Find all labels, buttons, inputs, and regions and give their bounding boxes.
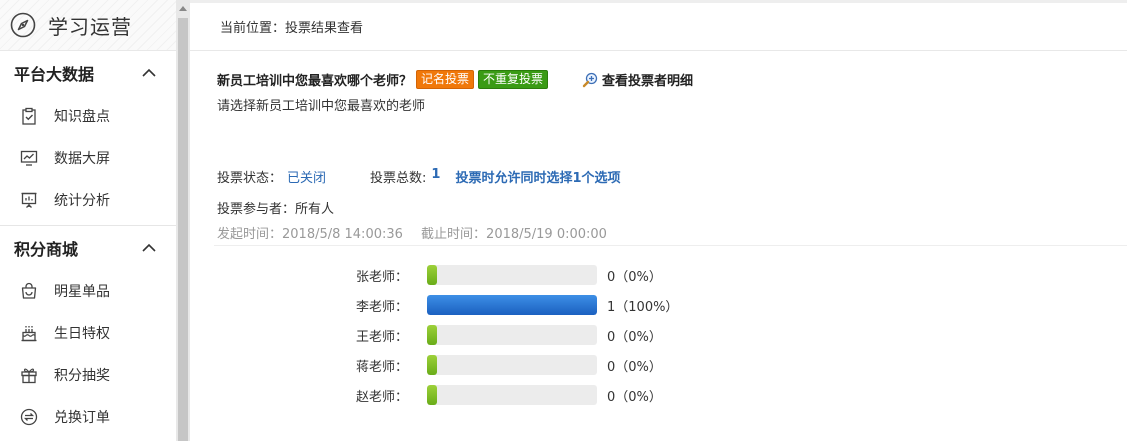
section-title: 积分商城 [14, 240, 79, 259]
app-title: 学习运营 [48, 14, 132, 39]
select-rule: 投票时允许同时选择1个选项 [455, 171, 621, 186]
shopping-bag-icon [20, 282, 38, 300]
sidebar-item-birthday-privilege[interactable]: 生日特权 [0, 312, 176, 354]
option-result: 1（100%） [607, 300, 679, 315]
section-title: 平台大数据 [14, 65, 95, 84]
total-value: 1 [431, 167, 441, 182]
scrollbar-thumb[interactable] [178, 18, 188, 441]
breadcrumb: 当前位置：投票结果查看 [220, 21, 364, 36]
sidebar-item-label: 明星单品 [54, 284, 110, 300]
sidebar-scrollbar[interactable] [176, 0, 190, 441]
option-progress-track [427, 265, 597, 285]
end-time: 截止时间：2018/5/19 0:00:00 [421, 227, 607, 242]
section-header-points-mall[interactable]: 积分商城 [0, 226, 176, 270]
top-border [190, 0, 1127, 3]
exchange-icon [20, 408, 38, 426]
option-progress-track [427, 295, 597, 315]
sidebar-header: 学习运营 [0, 0, 176, 51]
vote-stats-row: 投票状态： 已关闭 投票总数: 1 投票时允许同时选择1个选项 [217, 167, 621, 186]
vote-title-row: 新员工培训中您最喜欢哪个老师？ 记名投票 不重复投票 查看投票者明细 [217, 70, 693, 89]
no-repeat-vote-badge: 不重复投票 [478, 70, 549, 89]
named-vote-badge: 记名投票 [416, 70, 475, 89]
vote-times: 发起时间：2018/5/8 14:00:36 截止时间：2018/5/19 0:… [217, 223, 607, 242]
option-result: 0（0%） [607, 270, 662, 285]
chevron-up-icon [142, 243, 156, 252]
vote-option-row: 王老师： 0（0%） [190, 325, 1090, 345]
breadcrumb-divider [190, 50, 1127, 51]
sidebar-item-label: 数据大屏 [54, 151, 110, 167]
option-progress-fill [427, 385, 437, 405]
status-label: 投票状态： [217, 171, 283, 186]
presentation-board-icon [20, 191, 38, 209]
vote-option-row: 李老师： 1（100%） [190, 295, 1090, 315]
option-progress-track [427, 325, 597, 345]
birthday-cake-icon [20, 324, 38, 342]
option-name: 李老师： [355, 300, 408, 315]
sidebar-item-star-products[interactable]: 明星单品 [0, 270, 176, 312]
option-result: 0（0%） [607, 390, 662, 405]
option-progress-fill [427, 265, 437, 285]
option-progress-fill [427, 325, 437, 345]
sidebar-item-statistics[interactable]: 统计分析 [0, 179, 176, 221]
vote-option-row: 赵老师： 0（0%） [190, 385, 1090, 405]
zoom-in-icon [582, 72, 598, 87]
sidebar-item-label: 生日特权 [54, 326, 110, 342]
chevron-up-icon [142, 68, 156, 77]
monitor-chart-icon [20, 149, 38, 167]
option-name: 张老师： [355, 270, 408, 285]
sidebar-item-label: 兑换订单 [54, 410, 110, 426]
option-progress-fill [427, 355, 437, 375]
option-name: 赵老师： [355, 390, 408, 405]
view-voter-details-link[interactable]: 查看投票者明细 [582, 70, 693, 89]
info-divider [214, 245, 1127, 246]
total-label: 投票总数: [370, 171, 427, 186]
option-result: 0（0%） [607, 330, 662, 345]
option-progress-track [427, 355, 597, 375]
compass-icon [10, 12, 36, 38]
section-header-platform-data[interactable]: 平台大数据 [0, 51, 176, 95]
sidebar-item-label: 知识盘点 [54, 109, 110, 125]
option-progress-fill [427, 295, 597, 315]
vote-option-row: 张老师： 0（0%） [190, 265, 1090, 285]
sidebar-item-data-screen[interactable]: 数据大屏 [0, 137, 176, 179]
gift-box-icon [20, 366, 38, 384]
option-name: 王老师： [355, 330, 408, 345]
main-content: 当前位置：投票结果查看 新员工培训中您最喜欢哪个老师？ 记名投票 不重复投票 查… [190, 0, 1127, 441]
option-progress-track [427, 385, 597, 405]
option-name: 蒋老师： [355, 360, 408, 375]
sidebar-item-label: 积分抽奖 [54, 368, 110, 384]
status-value: 已关闭 [287, 171, 327, 186]
sidebar: 学习运营 平台大数据 知识盘点 数据大屏 统计分析 积分商城 明星单品 生日特权… [0, 0, 176, 441]
clipboard-check-icon [20, 107, 38, 125]
vote-option-row: 蒋老师： 0（0%） [190, 355, 1090, 375]
view-voter-details-label: 查看投票者明细 [602, 74, 694, 89]
sidebar-item-points-lottery[interactable]: 积分抽奖 [0, 354, 176, 396]
sidebar-item-knowledge-inventory[interactable]: 知识盘点 [0, 95, 176, 137]
start-time: 发起时间：2018/5/8 14:00:36 [217, 227, 403, 242]
vote-participants: 投票参与者：所有人 [217, 202, 335, 217]
vote-question: 新员工培训中您最喜欢哪个老师？ [217, 74, 413, 89]
vote-description: 请选择新员工培训中您最喜欢的老师 [217, 99, 426, 114]
sidebar-item-label: 统计分析 [54, 193, 110, 209]
scroll-up-arrow-icon[interactable] [179, 6, 187, 11]
option-result: 0（0%） [607, 360, 662, 375]
sidebar-item-exchange-orders[interactable]: 兑换订单 [0, 396, 176, 438]
